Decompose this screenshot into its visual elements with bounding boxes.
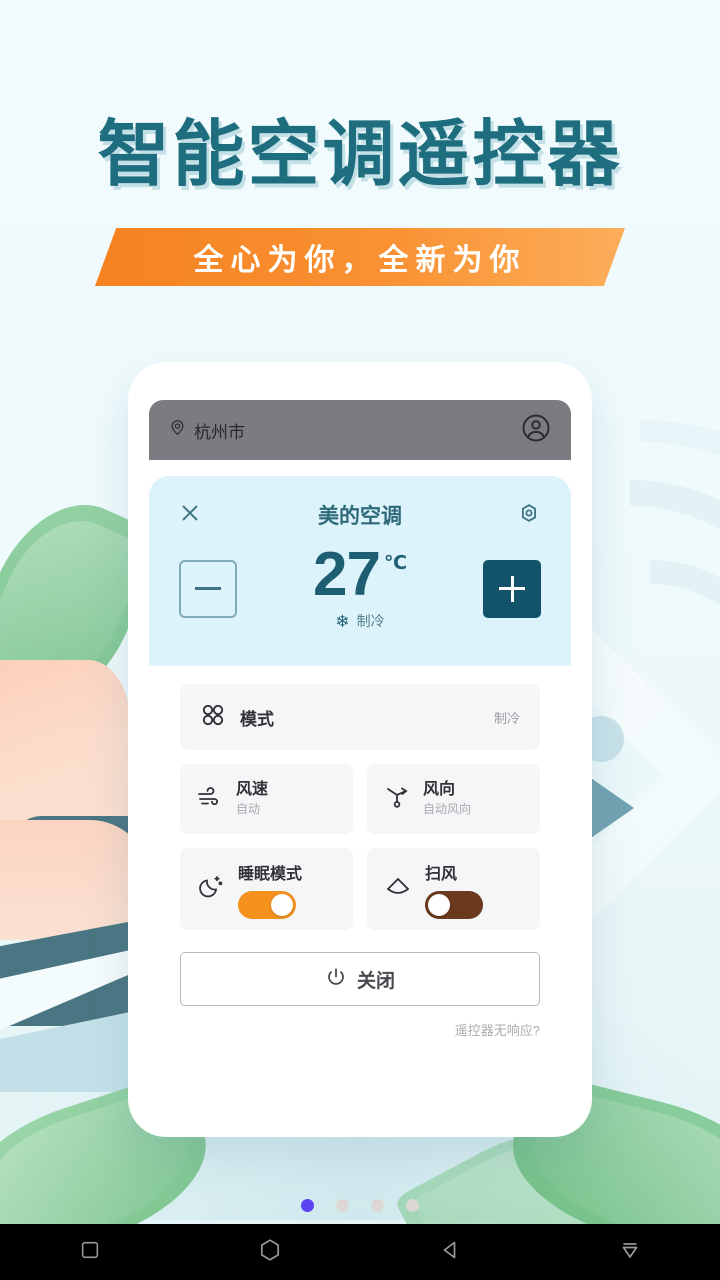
pagination-dot-2[interactable] [336, 1199, 349, 1212]
swing-content: 扫风 [425, 860, 483, 919]
power-button-label: 关闭 [356, 970, 395, 992]
temperature-display: 27 ℃ ❄ 制冷 [237, 540, 483, 631]
wind-direction-value: 自动风向 [423, 802, 472, 816]
hexagon-home-icon [257, 1237, 283, 1268]
swing-card[interactable]: 扫风 [367, 848, 540, 930]
pagination-dot-4[interactable] [406, 1199, 419, 1212]
current-mode-indicator: ❄ 制冷 [237, 611, 483, 631]
fan-speed-card[interactable]: 风速 自动 [180, 764, 353, 834]
temperature-decrease-button[interactable] [179, 559, 237, 618]
swing-label: 扫风 [425, 865, 458, 883]
current-mode-label: 制冷 [356, 613, 385, 630]
hide-keyboard-icon [618, 1238, 642, 1267]
ac-panel-header: 美的空调 [173, 498, 547, 532]
app-bar: 杭州市 [149, 400, 571, 460]
sleep-mode-label: 睡眠模式 [238, 865, 303, 883]
location-selector[interactable]: 杭州市 [169, 418, 245, 443]
four-circles-mode-icon [200, 702, 226, 733]
fan-row: 风速 自动 风向 自动风向 [180, 764, 540, 834]
pagination-dot-1[interactable] [301, 1199, 314, 1212]
fan-speed-text: 风速 自动 [236, 780, 268, 818]
control-card-list: 模式 制冷 风速 自动 风向 自动风向 睡眠模式 扫风 关闭 遥控器无响应? [180, 684, 540, 1039]
sleep-mode-card[interactable]: 睡眠模式 [180, 848, 353, 930]
temperature-unit: ℃ [383, 553, 407, 574]
power-button[interactable]: 关闭 [180, 952, 540, 1006]
ac-device-name: 美的空调 [318, 505, 402, 528]
location-pin-icon [169, 419, 186, 441]
mode-card-value: 制冷 [493, 710, 520, 726]
ac-control-panel: 美的空调 27 ℃ ❄ 制冷 [149, 480, 571, 664]
pagination-dot-3[interactable] [371, 1199, 384, 1212]
wind-direction-card[interactable]: 风向 自动风向 [367, 764, 540, 834]
android-navigation-bar [0, 1224, 720, 1280]
sleep-mode-toggle[interactable] [238, 890, 296, 919]
promo-ribbon: 全心为你，全新为你 [95, 228, 625, 286]
swing-airflow-icon [383, 872, 413, 907]
play-triangle-decoration [588, 776, 634, 840]
temperature-value: 27 [313, 540, 381, 609]
fan-speed-value: 自动 [236, 802, 261, 816]
wind-icon [196, 783, 224, 816]
promo-ribbon-text: 全心为你，全新为你 [193, 244, 527, 277]
wind-direction-label: 风向 [423, 781, 456, 798]
fan-speed-label: 风速 [236, 781, 269, 798]
home-button[interactable] [180, 1237, 360, 1268]
back-button[interactable] [360, 1238, 540, 1267]
location-label: 杭州市 [194, 422, 245, 442]
account-circle-icon[interactable] [521, 413, 551, 448]
page-title: 智能空调遥控器 [97, 115, 623, 195]
phone-mockup: 杭州市 美的空调 27 ℃ ❄ 制冷 模式 制冷 风速 自动 风向 自动风向 睡… [128, 362, 592, 1137]
mode-card-label: 模式 [240, 709, 274, 729]
snowflake-icon: ❄ [335, 611, 350, 631]
hide-keyboard-button[interactable] [540, 1238, 720, 1267]
target-eye-icon[interactable] [517, 501, 541, 530]
toggle-row: 睡眠模式 扫风 [180, 848, 540, 930]
power-icon [325, 966, 347, 993]
wind-direction-text: 风向 自动风向 [423, 780, 471, 818]
recents-button[interactable] [0, 1239, 180, 1266]
onboarding-screen: 智能空调遥控器 全心为你，全新为你 杭州市 美的空调 27 ℃ ❄ 制冷 模式 … [0, 0, 720, 1280]
triangle-back-icon [438, 1238, 462, 1267]
pagination-dots [0, 1199, 720, 1212]
swing-toggle[interactable] [425, 890, 483, 919]
temperature-controls: 27 ℃ ❄ 制冷 [173, 540, 547, 631]
sleep-mode-content: 睡眠模式 [238, 860, 302, 919]
close-x-icon[interactable] [179, 502, 201, 529]
help-link[interactable]: 遥控器无响应? [180, 1020, 540, 1039]
mode-card[interactable]: 模式 制冷 [180, 684, 540, 750]
moon-stars-icon [196, 872, 226, 907]
weather-vane-icon [383, 783, 411, 816]
square-recents-icon [79, 1239, 101, 1266]
temperature-increase-button[interactable] [483, 559, 541, 618]
